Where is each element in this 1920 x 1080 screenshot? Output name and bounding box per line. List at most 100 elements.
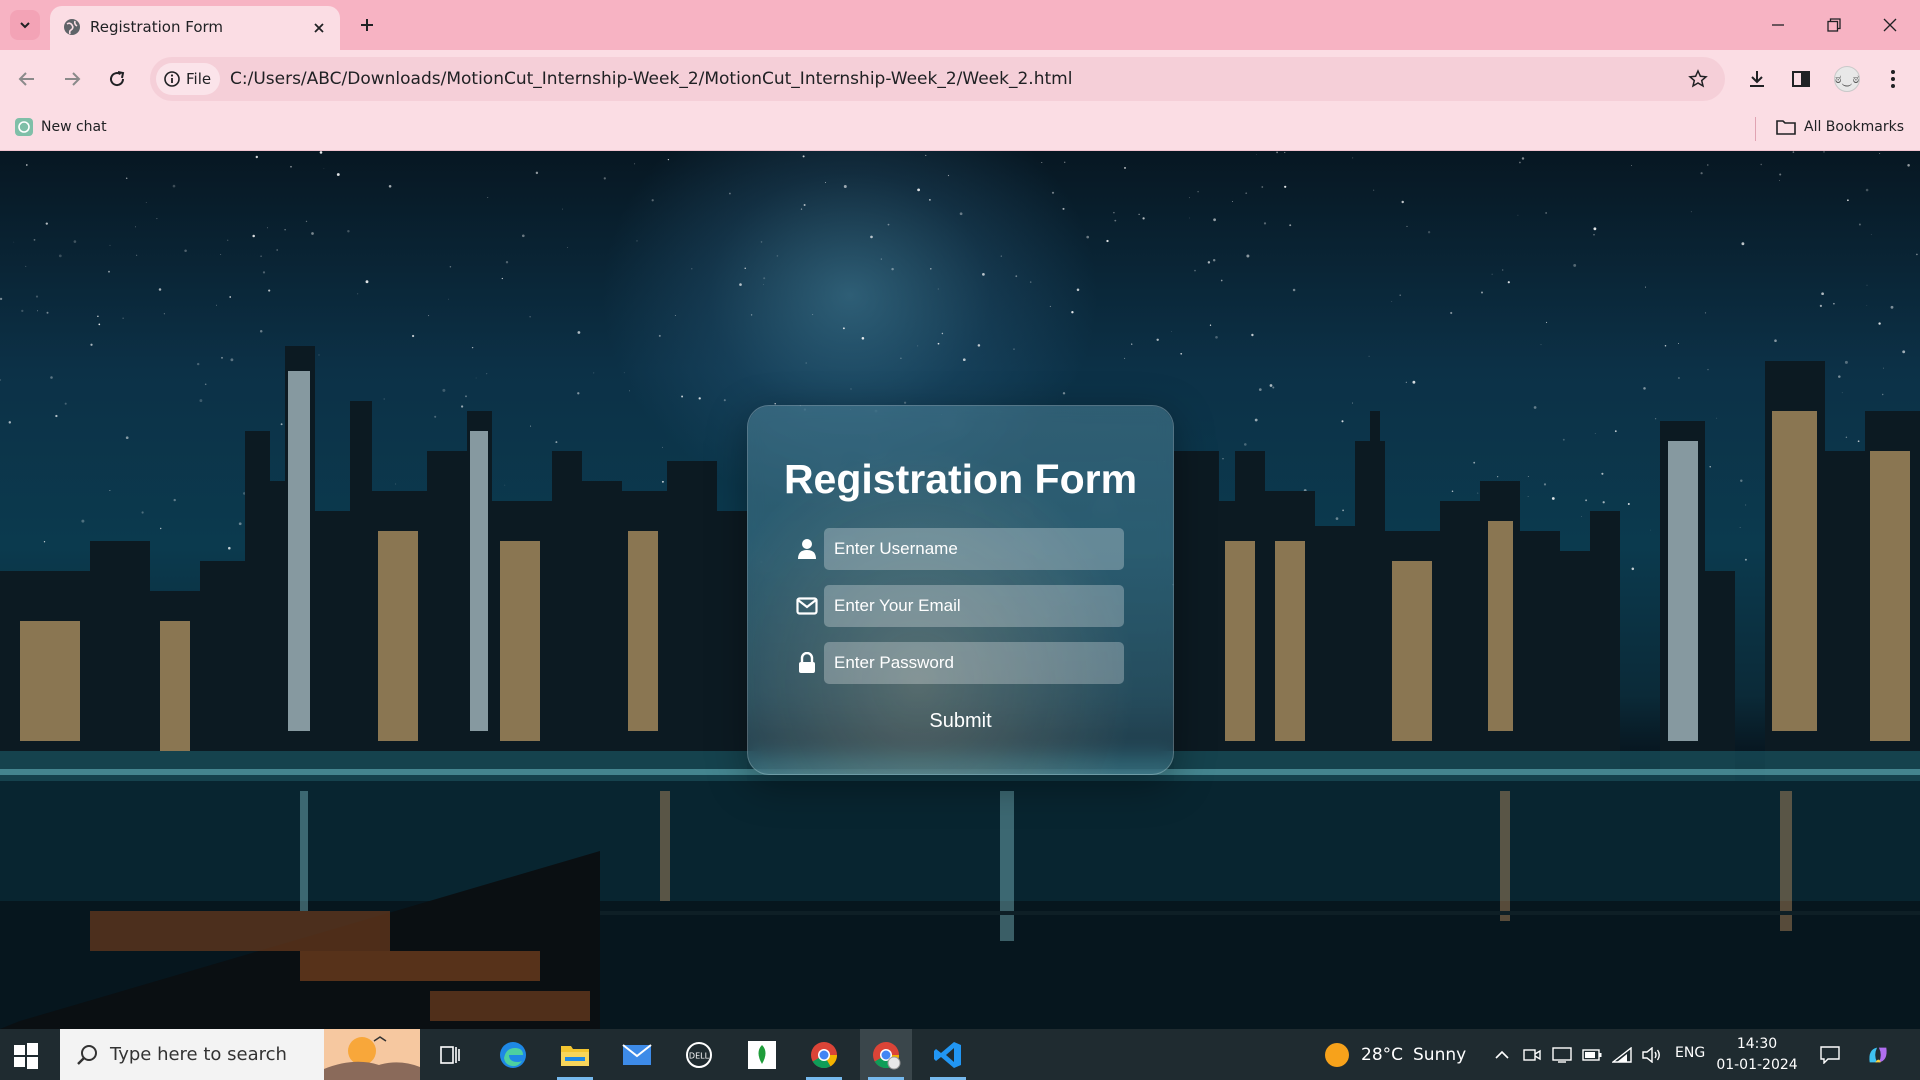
copilot-button[interactable]	[1866, 1043, 1890, 1067]
arrow-left-icon	[18, 72, 34, 86]
new-tab-button[interactable]	[352, 10, 382, 40]
task-view-icon	[440, 1045, 460, 1064]
volume-icon	[1642, 1047, 1660, 1063]
all-bookmarks-button[interactable]: All Bookmarks	[1776, 118, 1904, 136]
restore-button[interactable]	[1806, 0, 1862, 50]
page-viewport: Registration Form Submit	[0, 151, 1920, 1029]
more-vertical-icon	[1891, 70, 1895, 88]
form-title: Registration Form	[783, 456, 1138, 502]
tab-title: Registration Form	[90, 18, 224, 36]
avatar: ಠ‿ಠ	[1834, 66, 1860, 92]
email-row	[794, 585, 1124, 627]
edge-button[interactable]	[487, 1029, 539, 1080]
all-bookmarks-label: All Bookmarks	[1804, 119, 1905, 135]
meet-now-button[interactable]	[1520, 1043, 1544, 1067]
show-hidden-icons-button[interactable]	[1490, 1043, 1514, 1067]
submit-button[interactable]: Submit	[748, 709, 1173, 734]
download-icon	[1750, 71, 1764, 87]
side-panel-button[interactable]	[1784, 62, 1818, 96]
file-explorer-icon	[561, 1045, 589, 1066]
task-view-button[interactable]	[424, 1029, 476, 1080]
folder-icon	[1776, 120, 1796, 135]
display-icon	[1552, 1047, 1572, 1063]
close-window-button[interactable]	[1862, 0, 1918, 50]
browser-toolbar: File C:/Users/ABC/Downloads/MotionCut_In…	[0, 50, 1920, 108]
bookmark-new-chat[interactable]: New chat	[15, 118, 107, 136]
restore-icon	[1827, 18, 1841, 32]
edge-icon	[500, 1041, 526, 1068]
close-icon	[1883, 18, 1897, 32]
mail-icon	[622, 1043, 652, 1065]
battery-icon	[1582, 1049, 1602, 1061]
camera-icon	[1523, 1049, 1541, 1061]
bookmark-label: New chat	[41, 119, 107, 135]
svg-text:DELL: DELL	[689, 1051, 710, 1060]
star-icon	[1688, 69, 1708, 88]
close-icon	[314, 23, 324, 33]
bookmarks-bar: New chat All Bookmarks	[0, 108, 1920, 151]
dell-icon: DELL	[686, 1041, 712, 1068]
reload-button[interactable]	[100, 62, 134, 96]
taskbar-search-box[interactable]: Type here to search	[60, 1029, 420, 1080]
search-placeholder: Type here to search	[110, 1044, 287, 1065]
weather-temperature: 28°C	[1361, 1045, 1404, 1065]
leaf-app-icon	[748, 1040, 776, 1069]
chatgpt-icon	[15, 118, 33, 136]
chrome-profile-button[interactable]	[860, 1029, 912, 1080]
downloads-button[interactable]	[1740, 62, 1774, 96]
weather-widget[interactable]: 28°C Sunny	[1325, 1043, 1466, 1067]
profile-button[interactable]: ಠ‿ಠ	[1830, 62, 1864, 96]
registration-form-card: Registration Form Submit	[747, 405, 1174, 775]
username-input[interactable]	[824, 528, 1124, 570]
side-panel-icon	[1792, 71, 1810, 87]
forward-button[interactable]	[55, 62, 89, 96]
password-row	[794, 642, 1124, 684]
chrome-button[interactable]	[798, 1029, 850, 1080]
menu-button[interactable]	[1876, 62, 1910, 96]
minimize-icon	[1772, 24, 1784, 26]
dell-button[interactable]: DELL	[673, 1029, 725, 1080]
mail-button[interactable]	[611, 1029, 663, 1080]
browser-tab-strip: Registration Form	[0, 0, 1920, 50]
password-input[interactable]	[824, 642, 1124, 684]
chrome-profile-icon	[873, 1041, 901, 1069]
email-input[interactable]	[824, 585, 1124, 627]
active-tab[interactable]: Registration Form	[50, 6, 340, 50]
address-bar[interactable]: File C:/Users/ABC/Downloads/MotionCut_In…	[150, 57, 1725, 101]
display-button[interactable]	[1550, 1043, 1574, 1067]
bookmark-star-button[interactable]	[1685, 66, 1711, 92]
site-info-chip[interactable]: File	[156, 63, 220, 95]
site-chip-label: File	[186, 70, 212, 88]
chrome-icon	[811, 1041, 838, 1068]
system-clock[interactable]: 14:30 01-01-2024	[1712, 1034, 1802, 1076]
arrow-right-icon	[65, 72, 81, 86]
lock-icon	[794, 650, 820, 676]
windows-start-icon[interactable]	[12, 1041, 40, 1069]
plus-icon	[361, 19, 373, 31]
search-highlight-illustration	[324, 1029, 420, 1080]
clock-date: 01-01-2024	[1716, 1057, 1798, 1073]
weather-condition: Sunny	[1413, 1045, 1467, 1065]
chevron-down-icon	[20, 22, 30, 29]
user-icon	[794, 536, 820, 562]
windows-taskbar: Type here to search DELL 28°C Sunny ENG …	[0, 1029, 1920, 1080]
notifications-button[interactable]	[1818, 1043, 1842, 1067]
battery-button[interactable]	[1580, 1043, 1604, 1067]
search-icon	[77, 1045, 97, 1065]
language-indicator[interactable]: ENG	[1675, 1045, 1705, 1061]
wifi-button[interactable]	[1610, 1043, 1634, 1067]
chevron-up-icon	[1495, 1050, 1509, 1059]
back-button[interactable]	[10, 62, 44, 96]
url-text[interactable]: C:/Users/ABC/Downloads/MotionCut_Interns…	[230, 69, 1072, 89]
username-row	[794, 528, 1124, 570]
info-icon	[164, 71, 180, 87]
sun-icon	[1325, 1043, 1349, 1067]
file-explorer-button[interactable]	[549, 1029, 601, 1080]
vscode-button[interactable]	[922, 1029, 974, 1080]
volume-button[interactable]	[1640, 1043, 1664, 1067]
minimize-button[interactable]	[1750, 0, 1806, 50]
close-tab-button[interactable]	[308, 17, 330, 39]
tab-search-button[interactable]	[10, 10, 40, 40]
leaf-app-button[interactable]	[736, 1029, 788, 1080]
wifi-icon	[1612, 1047, 1632, 1063]
